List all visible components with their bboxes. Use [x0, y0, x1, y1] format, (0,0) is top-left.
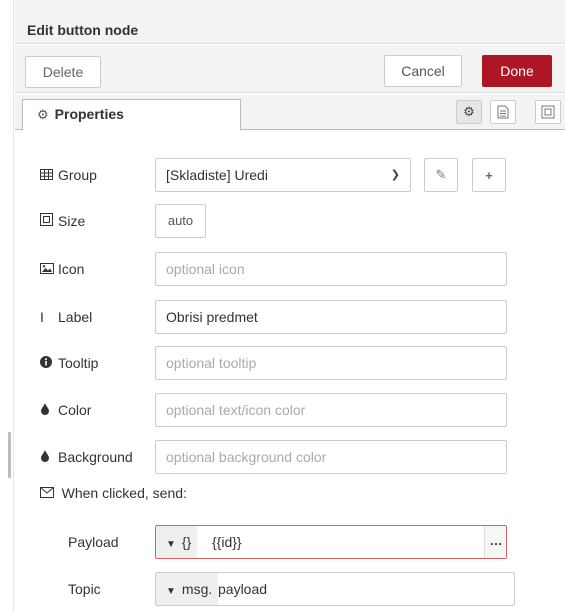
pencil-icon: ✎ — [435, 167, 447, 182]
background-label: Background — [40, 440, 133, 474]
tooltip-row: Tooltip optional tooltip — [40, 346, 550, 380]
topic-type-select[interactable]: ▼ msg. — [156, 573, 219, 605]
payload-value[interactable]: {{id}} — [212, 526, 242, 558]
group-row: Group [Skladiste] Uredi ❯ ✎ + — [40, 158, 550, 192]
background-input[interactable]: optional background color — [155, 440, 507, 474]
color-label: Color — [40, 393, 91, 427]
appearance-icon — [541, 105, 555, 119]
cancel-button[interactable]: Cancel — [384, 55, 462, 87]
info-icon — [40, 347, 58, 381]
ellipsis-icon: … — [489, 533, 503, 548]
tray-title: Edit button node — [27, 22, 139, 38]
tab-properties-label: Properties — [54, 106, 124, 122]
edit-group-button[interactable]: ✎ — [424, 158, 458, 192]
tab-description[interactable] — [490, 100, 516, 124]
background-row: Background optional background color — [40, 440, 550, 474]
tint-icon — [40, 394, 58, 428]
when-clicked-heading: When clicked, send: — [40, 485, 187, 505]
topic-value[interactable]: payload — [218, 573, 267, 605]
tooltip-input[interactable]: optional tooltip — [155, 346, 507, 380]
size-row: Size auto — [40, 204, 550, 238]
caret-down-icon: ▼ — [166, 539, 176, 550]
icon-row: Icon optional icon — [40, 252, 550, 286]
expand-editor-button[interactable]: … — [484, 526, 506, 558]
color-input[interactable]: optional text/icon color — [155, 393, 507, 427]
tray-toolbar: Delete Cancel Done — [15, 45, 565, 93]
resize-handle[interactable] — [8, 432, 11, 478]
delete-button[interactable]: Delete — [25, 56, 101, 88]
tab-properties-gear[interactable]: ⚙ — [456, 100, 482, 124]
icon-input[interactable]: optional icon — [155, 252, 507, 286]
resize-icon — [40, 205, 58, 239]
icon-label: Icon — [40, 252, 84, 286]
topic-type: msg. — [181, 581, 213, 597]
size-label: Size — [40, 204, 85, 238]
table-icon — [40, 159, 58, 193]
caret-down-icon: ▼ — [166, 586, 176, 597]
tray-header: Edit button node — [15, 0, 565, 44]
label-label: I Label — [40, 300, 92, 334]
gear-icon: ⚙ — [37, 107, 49, 122]
group-label: Group — [40, 158, 97, 192]
image-icon — [40, 253, 58, 287]
label-row: I Label Obrisi predmet — [40, 300, 550, 334]
payload-typed-input: ▼ {} {{id}} … — [155, 525, 507, 559]
chevron-down-icon: ❯ — [390, 169, 400, 181]
envelope-icon — [40, 486, 58, 501]
group-select-value: [Skladiste] Uredi — [166, 167, 268, 183]
text-cursor-icon: I — [40, 309, 44, 325]
add-group-button[interactable]: + — [472, 158, 506, 192]
size-button[interactable]: auto — [155, 204, 206, 238]
topic-typed-input: ▼ msg. payload — [155, 572, 515, 606]
payload-type-select[interactable]: ▼ {} — [156, 526, 198, 558]
tab-properties[interactable]: ⚙ Properties — [22, 99, 241, 131]
payload-label: Payload — [68, 534, 119, 550]
group-select[interactable]: [Skladiste] Uredi ❯ — [155, 158, 411, 192]
color-row: Color optional text/icon color — [40, 393, 550, 427]
tint-icon — [40, 441, 58, 475]
tooltip-label: Tooltip — [40, 346, 98, 380]
plus-icon: + — [485, 167, 493, 183]
left-panel-edge — [0, 0, 14, 612]
tab-bar: ⚙ Properties ⚙ — [15, 94, 565, 131]
gear-icon: ⚙ — [463, 104, 475, 119]
tab-appearance[interactable] — [535, 100, 561, 124]
done-button[interactable]: Done — [482, 55, 552, 87]
topic-label: Topic — [68, 581, 101, 597]
payload-type: {} — [181, 534, 192, 550]
description-icon — [497, 105, 509, 119]
label-input[interactable]: Obrisi predmet — [155, 300, 507, 334]
